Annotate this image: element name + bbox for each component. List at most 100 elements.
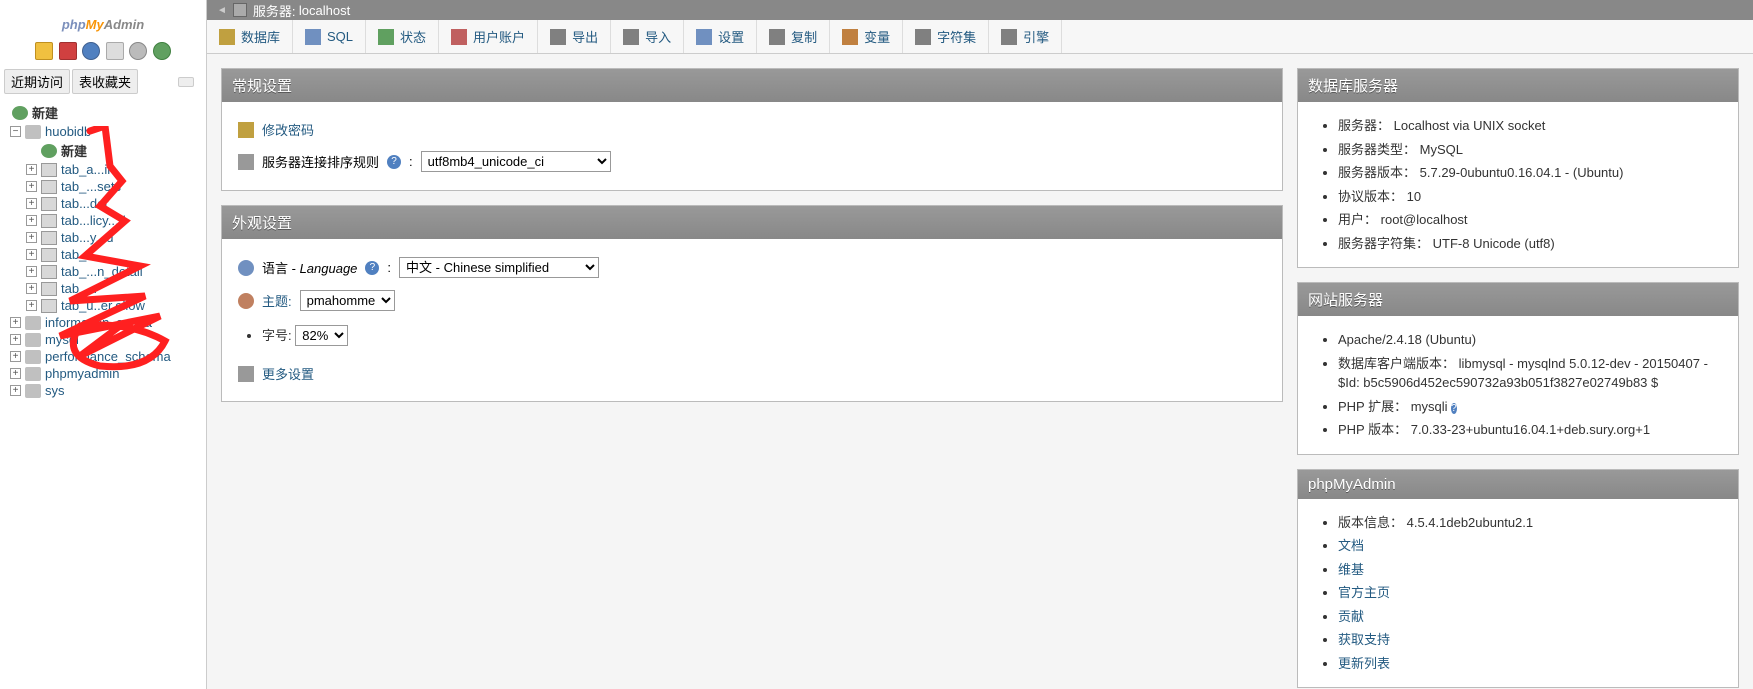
expand-icon[interactable]: + <box>10 317 21 328</box>
menu-sql[interactable]: SQL <box>293 20 366 53</box>
menu-import[interactable]: 导入 <box>611 20 684 53</box>
reload-icon[interactable] <box>153 42 171 60</box>
collapse-icon[interactable]: − <box>10 126 21 137</box>
pma-link[interactable]: 获取支持 <box>1338 632 1390 647</box>
tree-table[interactable]: +tab...y...d <box>4 229 206 246</box>
nav-toolbar <box>0 38 206 67</box>
menu-export[interactable]: 导出 <box>538 20 611 53</box>
tree-db-huobidb[interactable]: −huobidb <box>4 123 206 140</box>
panel-title: 网站服务器 <box>1298 283 1738 316</box>
menu-users[interactable]: 用户账户 <box>439 20 538 53</box>
tree-table[interactable]: +tab_...n_detail <box>4 263 206 280</box>
logout-icon[interactable] <box>59 42 77 60</box>
link-row: 贡献 <box>1338 605 1722 629</box>
table-icon <box>41 248 57 262</box>
expand-icon[interactable]: + <box>26 215 37 226</box>
general-settings-panel: 常规设置 修改密码 服务器连接排序规则 ?: utf8mb4_unicode_c… <box>221 68 1283 191</box>
help-icon[interactable]: ? <box>387 155 401 169</box>
language-icon <box>238 260 254 276</box>
expand-icon[interactable]: + <box>26 181 37 192</box>
expand-icon[interactable]: + <box>10 368 21 379</box>
tree-db[interactable]: +sys <box>4 382 206 399</box>
database-icon <box>25 125 41 139</box>
docs-icon[interactable] <box>82 42 100 60</box>
table-label: tab...licy...d <box>61 213 126 228</box>
pma-link[interactable]: 贡献 <box>1338 609 1364 624</box>
info-row: 服务器字符集： UTF-8 Unicode (utf8) <box>1338 232 1722 256</box>
expand-icon[interactable]: + <box>10 385 21 396</box>
theme-select[interactable]: pmahomme <box>300 290 395 311</box>
breadcrumb-server[interactable]: localhost <box>299 3 350 18</box>
tree-table[interactable]: +tab_a...in <box>4 161 206 178</box>
expand-icon[interactable]: + <box>26 164 37 175</box>
menu-replication[interactable]: 复制 <box>757 20 830 53</box>
expand-icon[interactable]: + <box>26 232 37 243</box>
key-icon <box>238 122 254 138</box>
tree-table[interactable]: +tab...der <box>4 195 206 212</box>
tree-new[interactable]: 新建 <box>4 102 206 123</box>
theme-label[interactable]: 主题: <box>262 291 292 310</box>
expand-icon[interactable]: + <box>26 283 37 294</box>
info-row: PHP 扩展： mysqli ? <box>1338 395 1722 419</box>
import-icon <box>623 29 639 45</box>
tree-table[interactable]: + tab...licy...d <box>4 212 206 229</box>
db-label: mysql <box>45 332 79 347</box>
tree-table[interactable]: + tab_t... <box>4 246 206 263</box>
nav-settings-icon[interactable] <box>129 42 147 60</box>
tree-db-new[interactable]: 新建 <box>4 140 206 161</box>
database-icon <box>25 316 41 330</box>
change-password-link[interactable]: 修改密码 <box>262 120 314 139</box>
menu-label: 数据库 <box>241 27 280 46</box>
link-icon[interactable] <box>178 77 194 87</box>
fontsize-select[interactable]: 82% <box>295 325 348 346</box>
table-icon <box>41 214 57 228</box>
info-row: 服务器类型： MySQL <box>1338 138 1722 162</box>
expand-icon[interactable]: + <box>26 198 37 209</box>
expand-icon[interactable]: + <box>26 266 37 277</box>
new-icon <box>12 106 28 120</box>
help-icon[interactable]: ? <box>1451 403 1457 414</box>
server-icon <box>233 3 247 17</box>
tree-table[interactable]: + tab_... <box>4 280 206 297</box>
tree-db[interactable]: +phpmyadmin <box>4 365 206 382</box>
more-settings-link[interactable]: 更多设置 <box>262 364 314 383</box>
tree-db[interactable]: +information_s...ma <box>4 314 206 331</box>
menu-databases[interactable]: 数据库 <box>207 20 293 53</box>
pma-link[interactable]: 文档 <box>1338 538 1364 553</box>
tab-favorites[interactable]: 表收藏夹 <box>72 69 138 94</box>
menu-variables[interactable]: 变量 <box>830 20 903 53</box>
expand-icon[interactable]: + <box>26 300 37 311</box>
language-label: 语言 - Language <box>262 258 357 277</box>
menu-status[interactable]: 状态 <box>366 20 439 53</box>
table-label: tab_... <box>61 281 97 296</box>
expand-icon[interactable]: + <box>10 351 21 362</box>
menu-charsets[interactable]: 字符集 <box>903 20 989 53</box>
collation-select[interactable]: utf8mb4_unicode_ci <box>421 151 611 172</box>
menu-engines[interactable]: 引擎 <box>989 20 1062 53</box>
pma-link[interactable]: 官方主页 <box>1338 585 1390 600</box>
pma-link[interactable]: 维基 <box>1338 562 1364 577</box>
tree-db[interactable]: +performance_schema <box>4 348 206 365</box>
tree-table[interactable]: +tab_u..er.ollow <box>4 297 206 314</box>
appearance-settings-panel: 外观设置 语言 - Language ?: 中文 - Chinese simpl… <box>221 205 1283 402</box>
menu-settings[interactable]: 设置 <box>684 20 757 53</box>
expand-icon[interactable]: + <box>26 249 37 260</box>
breadcrumb-server-label: 服务器: <box>253 1 296 20</box>
tree-table[interactable]: +tab_...sets <box>4 178 206 195</box>
query-window-icon[interactable] <box>106 42 124 60</box>
expand-icon[interactable]: + <box>10 334 21 345</box>
panel-title: phpMyAdmin <box>1298 470 1738 499</box>
language-select[interactable]: 中文 - Chinese simplified <box>399 257 599 278</box>
help-icon[interactable]: ? <box>365 261 379 275</box>
tree-db[interactable]: + mysql <box>4 331 206 348</box>
pma-link[interactable]: 更新列表 <box>1338 656 1390 671</box>
menu-label: SQL <box>327 29 353 44</box>
db-tree: 新建 −huobidb 新建 +tab_a...in+tab_...sets+t… <box>0 96 206 399</box>
database-icon <box>25 333 41 347</box>
table-label: tab_t... <box>61 247 101 262</box>
home-icon[interactable] <box>35 42 53 60</box>
info-row: 服务器版本： 5.7.29-0ubuntu0.16.04.1 - (Ubuntu… <box>1338 161 1722 185</box>
nav-tabs: 近期访问 表收藏夹 <box>0 67 206 96</box>
tab-recent[interactable]: 近期访问 <box>4 69 70 94</box>
content: 常规设置 修改密码 服务器连接排序规则 ?: utf8mb4_unicode_c… <box>207 54 1753 689</box>
